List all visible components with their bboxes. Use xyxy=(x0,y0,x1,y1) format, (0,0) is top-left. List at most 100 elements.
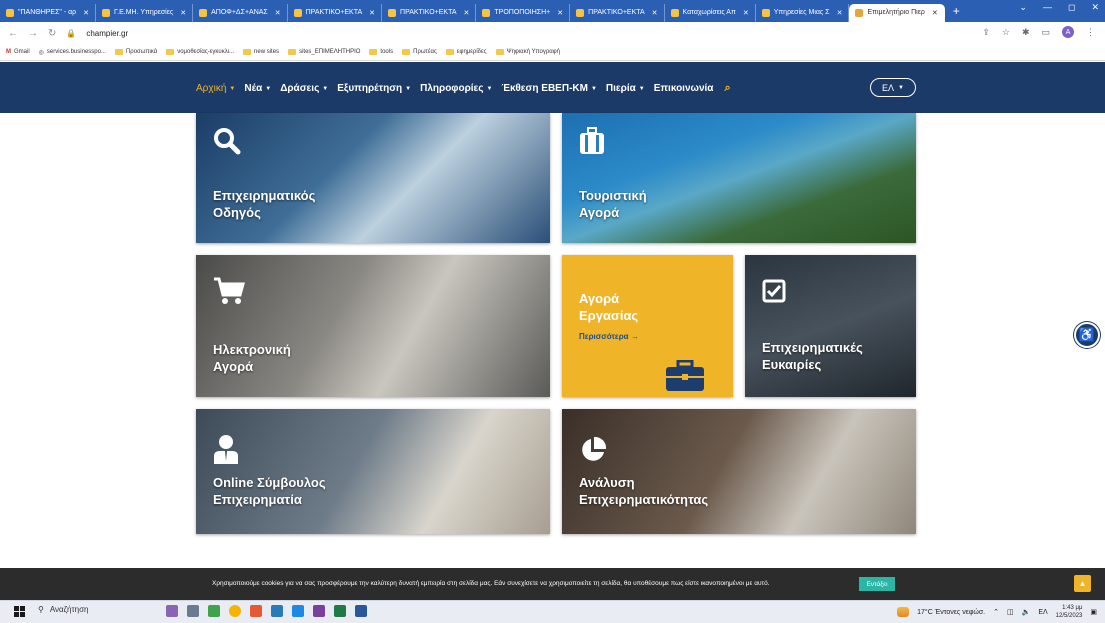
sidebar-icon[interactable]: ▭ xyxy=(1041,27,1050,38)
close-window-icon[interactable]: ✕ xyxy=(1091,2,1099,13)
chrome-icon[interactable] xyxy=(229,605,241,617)
app-icon[interactable] xyxy=(208,605,220,617)
chevron-down-icon: ▼ xyxy=(405,85,412,92)
bookmark-folder[interactable]: νομοθεσίας-εγκυκλι... xyxy=(166,49,234,55)
close-icon[interactable]: ✕ xyxy=(275,9,281,17)
nav-item-pieria[interactable]: Πιερία ▼ xyxy=(606,82,645,95)
back-icon[interactable]: ← xyxy=(8,28,18,39)
reload-icon[interactable]: ↻ xyxy=(48,28,56,39)
browser-tab[interactable]: ΠΡΑΚΤΙΚΟ+ΕΚΤΑ ✕ xyxy=(382,3,477,22)
language-selector[interactable]: ΕΛ ▼ xyxy=(870,78,916,97)
profile-avatar[interactable]: A xyxy=(1062,26,1074,38)
forward-icon[interactable]: → xyxy=(28,28,38,39)
tile-e-market[interactable]: Ηλεκτρονική Αγορά xyxy=(196,255,550,397)
tab-label: Επιμελητήριο Πιερ xyxy=(867,9,925,16)
browser-tab[interactable]: "ΠΑΝΘΗΡΕΣ" - αρ ✕ xyxy=(0,3,97,22)
nav-item-expo[interactable]: Έκθεση ΕΒΕΠ-ΚΜ ▼ xyxy=(501,82,596,95)
maximize-icon[interactable]: ◻ xyxy=(1068,2,1075,13)
close-icon[interactable]: ✕ xyxy=(369,9,375,17)
app-icon[interactable] xyxy=(292,605,304,617)
new-tab-button[interactable]: + xyxy=(945,4,968,18)
menu-icon[interactable]: ⋮ xyxy=(1086,27,1095,38)
cookie-accept-button[interactable]: Εντάξει xyxy=(859,577,895,591)
network-icon[interactable]: ◫ xyxy=(1007,608,1014,616)
browser-tab-active[interactable]: Επιμελητήριο Πιερ ✕ xyxy=(849,3,945,22)
word-icon[interactable] xyxy=(355,605,367,617)
bookmark-folder[interactable]: εφημερίδες xyxy=(445,49,487,55)
nav-item-info[interactable]: Πληροφορίες ▼ xyxy=(420,82,492,95)
browser-tab[interactable]: ΤΡΟΠΟΠΟΙΗΣΗ+ ✕ xyxy=(476,3,571,22)
search-icon[interactable]: ⌕ xyxy=(724,82,730,95)
bookmark-folder[interactable]: sites_ΕΠΙΜΕΛΗΤΗΡΙΟ xyxy=(288,49,360,55)
tile-title-line: Επιχειρηματικός xyxy=(213,188,316,203)
nav-item-services[interactable]: Εξυπηρέτηση ▼ xyxy=(337,82,411,95)
excel-icon[interactable] xyxy=(334,605,346,617)
chevron-up-icon: ▲ xyxy=(1078,579,1087,588)
close-icon[interactable]: ✕ xyxy=(837,9,843,17)
browser-tab[interactable]: ΠΡΑΚΤΙΚΟ+ΕΚΤΑ ✕ xyxy=(288,3,383,22)
chevron-up-icon[interactable]: ⌃ xyxy=(993,608,999,616)
clock[interactable]: 1:43 μμ 12/5/2023 xyxy=(1056,604,1083,620)
bookmark-folder[interactable]: Ψηφιακή Υπογραφή xyxy=(495,49,560,55)
tile-business-opportunities[interactable]: Επιχειρηματικές Ευκαιρίες xyxy=(745,255,916,397)
close-icon[interactable]: ✕ xyxy=(180,9,186,17)
nav-item-contact[interactable]: Επικοινωνία xyxy=(654,82,714,95)
folder-icon xyxy=(402,49,411,55)
tile-entrepreneurship-analysis[interactable]: Ανάλυση Επιχειρηματικότητας xyxy=(562,409,916,534)
nav-item-actions[interactable]: Δράσεις ▼ xyxy=(280,82,328,95)
address-bar: ← → ↻ 🔒 champier.gr ⇪ ☆ ✱ ▭ A ⋮ xyxy=(0,22,1105,44)
tab-label: ΤΡΟΠΟΠΟΙΗΣΗ+ xyxy=(494,9,551,16)
share-icon[interactable]: ⇪ xyxy=(982,27,990,38)
nav-label: Πληροφορίες xyxy=(420,83,484,94)
input-language[interactable]: ΕΛ xyxy=(1038,609,1047,616)
weather-text[interactable]: 17°C Έντονες νεφώσ. xyxy=(917,609,985,616)
bookmark-folder[interactable]: Προσωπικά xyxy=(114,49,157,55)
app-icon[interactable] xyxy=(271,605,283,617)
close-icon[interactable]: ✕ xyxy=(743,9,749,17)
app-icon[interactable] xyxy=(250,605,262,617)
tile-tourism-market[interactable]: Τουριστική Αγορά xyxy=(562,113,916,243)
minimize-icon[interactable]: — xyxy=(1043,2,1052,13)
browser-tab[interactable]: Καταχωρίσεις Απ ✕ xyxy=(665,3,756,22)
browser-tab[interactable]: ΑΠΟΦ+ΔΣ+ΑΝΑΣ ✕ xyxy=(193,3,288,22)
lavender-widget-icon[interactable] xyxy=(166,605,178,617)
close-icon[interactable]: ✕ xyxy=(557,9,563,17)
tab-favicon xyxy=(482,8,491,17)
clock-time: 1:43 μμ xyxy=(1062,605,1083,611)
volume-icon[interactable]: 🔈 xyxy=(1022,608,1031,616)
nav-item-home[interactable]: Αρχική ▼ xyxy=(196,82,235,95)
close-icon[interactable]: ✕ xyxy=(83,9,89,17)
scroll-top-button[interactable]: ▲ xyxy=(1074,575,1091,592)
tile-online-advisor[interactable]: Online Σύμβουλος Επιχειρηματία xyxy=(196,409,550,534)
accessibility-button[interactable]: ♿ xyxy=(1074,322,1100,348)
notifications-icon[interactable]: ▣ xyxy=(1090,608,1097,616)
more-link[interactable]: Περισσότερα → xyxy=(579,332,639,341)
taskbar-search[interactable]: ⚲ Αναζήτηση xyxy=(38,605,89,614)
close-icon[interactable]: ✕ xyxy=(464,9,470,17)
star-icon[interactable]: ☆ xyxy=(1002,27,1010,38)
tile-job-market[interactable]: Αγορά Εργασίας Περισσότερα → xyxy=(562,255,733,397)
tab-label: "ΠΑΝΘΗΡΕΣ" - αρ xyxy=(18,9,77,16)
url-field[interactable]: champier.gr xyxy=(86,29,128,38)
bookmark-label: Gmail xyxy=(14,49,30,55)
bookmark-folder[interactable]: tools xyxy=(369,49,393,55)
bookmark-item[interactable]: ◎ services.businesspo... xyxy=(39,49,106,56)
extensions-icon[interactable]: ✱ xyxy=(1022,27,1030,38)
bookmark-folder[interactable]: new sites xyxy=(243,49,279,55)
tab-favicon xyxy=(670,8,679,17)
close-icon[interactable]: ✕ xyxy=(652,9,658,17)
browser-tab[interactable]: ΠΡΑΚΤΙΚΟ+ΕΚΤΑ ✕ xyxy=(570,3,665,22)
task-view-icon[interactable] xyxy=(187,605,199,617)
close-icon[interactable]: ✕ xyxy=(932,9,938,17)
browser-tab[interactable]: Γ.Ε.ΜΗ. Υπηρεσίες ✕ xyxy=(96,3,194,22)
browser-tab[interactable]: Υπηρεσίες Μιας Σ ✕ xyxy=(756,3,850,22)
nav-item-news[interactable]: Νέα ▼ xyxy=(244,82,271,95)
chevron-down-icon[interactable]: ⌄ xyxy=(1019,2,1027,13)
tab-label: Καταχωρίσεις Απ xyxy=(682,9,736,16)
bookmark-folder[interactable]: Πρωτέας xyxy=(402,49,437,55)
tile-business-guide[interactable]: Επιχειρηματικός Οδηγός xyxy=(196,113,550,243)
onenote-icon[interactable] xyxy=(313,605,325,617)
windows-start-icon[interactable] xyxy=(14,606,25,617)
bookmark-gmail[interactable]: M Gmail xyxy=(6,49,30,55)
browser-actions: ⇪ ☆ ✱ ▭ A ⋮ xyxy=(982,26,1095,38)
